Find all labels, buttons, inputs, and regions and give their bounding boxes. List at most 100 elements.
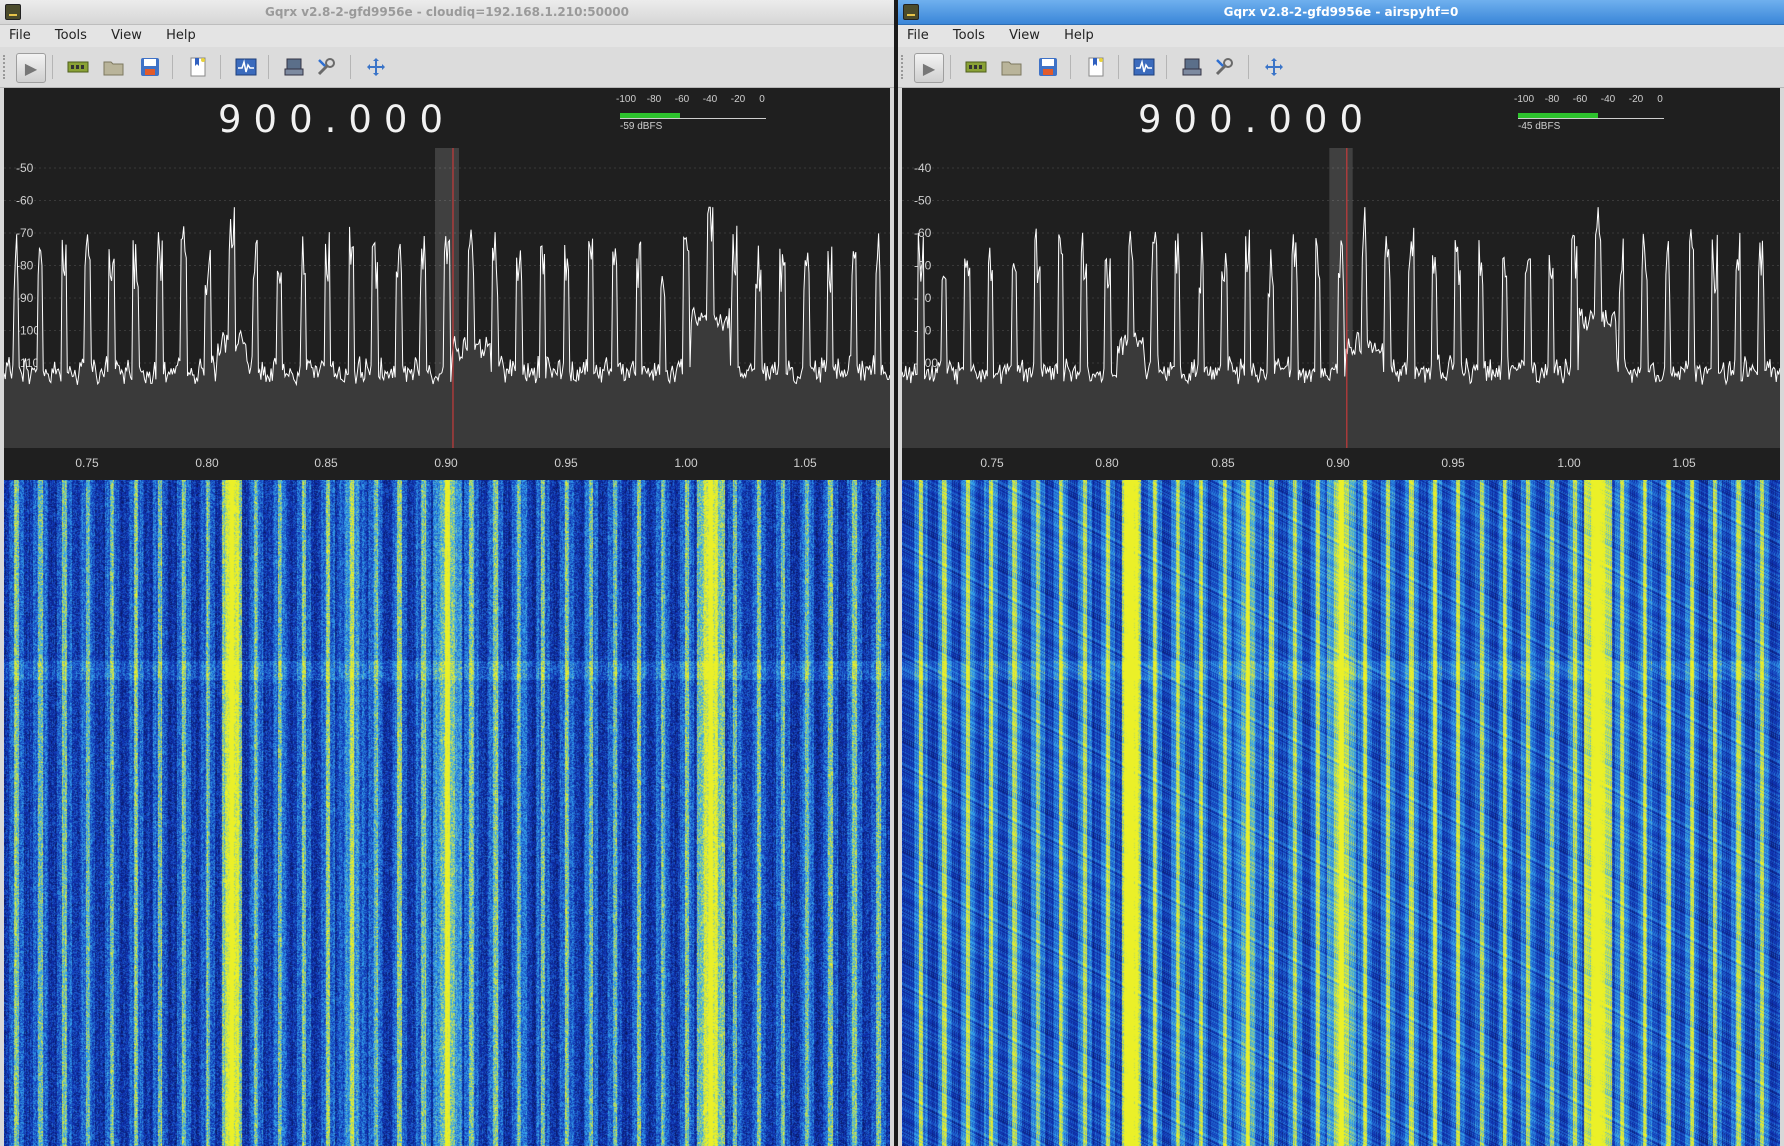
- fullscreen-icon[interactable]: [1260, 53, 1288, 81]
- meter-dbfs-label: -59 dBFS: [620, 121, 663, 132]
- x-tick-label: 0.90: [434, 456, 458, 470]
- toolbar: ▶: [0, 47, 894, 88]
- menubar: File Tools View Help: [898, 25, 1784, 47]
- play-icon[interactable]: ▶: [914, 53, 944, 83]
- window-titlebar[interactable]: Gqrx v2.8-2-gfd9956e - cloudiq=192.168.1…: [0, 0, 894, 25]
- spectrum-graph[interactable]: -50-60-70-80-90-100-110-120-130: [4, 148, 890, 448]
- remote-control-icon[interactable]: [1178, 53, 1206, 81]
- meter-bar: [620, 113, 766, 119]
- menu-file[interactable]: File: [904, 25, 932, 47]
- hardware-icon[interactable]: [64, 53, 92, 81]
- frequency-axis: 0.75 0.80 0.85 0.90 0.95 1.00 1.05: [4, 448, 890, 480]
- toolbar-separator: [1118, 55, 1119, 79]
- play-icon[interactable]: ▶: [16, 53, 46, 83]
- toolbar-separator: [350, 55, 351, 79]
- settings-icon[interactable]: [1210, 53, 1238, 81]
- menu-help[interactable]: Help: [1061, 25, 1097, 47]
- x-tick-label: 0.75: [75, 456, 99, 470]
- app-icon[interactable]: [903, 4, 919, 20]
- spectrum-plot[interactable]: 900.000 -100 -80 -60 -40 -20 0 -59 dBFS …: [4, 88, 890, 480]
- x-tick-label: 0.95: [554, 456, 578, 470]
- window-title: Gqrx v2.8-2-gfd9956e - airspyhf=0: [1223, 5, 1459, 19]
- window-titlebar[interactable]: Gqrx v2.8-2-gfd9956e - airspyhf=0: [898, 0, 1784, 25]
- toolbar-separator: [172, 55, 173, 79]
- signal-meter: -100 -80 -60 -40 -20 0 -45 dBFS: [1514, 94, 1664, 134]
- x-tick-label: 1.00: [674, 456, 698, 470]
- menu-file[interactable]: File: [6, 25, 34, 47]
- meter-tick: -60: [674, 94, 690, 105]
- hardware-icon[interactable]: [962, 53, 990, 81]
- window-title: Gqrx v2.8-2-gfd9956e - cloudiq=192.168.1…: [264, 5, 630, 19]
- meter-tick: -100: [615, 94, 637, 105]
- meter-tick: 0: [759, 94, 765, 105]
- meter-tick: -80: [646, 94, 662, 105]
- frequency-axis: 0.75 0.80 0.85 0.90 0.95 1.00 1.05: [902, 448, 1780, 480]
- toolbar-separator: [950, 55, 951, 79]
- gqrx-window-left: Gqrx v2.8-2-gfd9956e - cloudiq=192.168.1…: [0, 0, 894, 1146]
- remote-control-icon[interactable]: [280, 53, 308, 81]
- settings-icon[interactable]: [312, 53, 340, 81]
- open-file-icon[interactable]: [100, 53, 128, 81]
- x-tick-label: 1.05: [793, 456, 817, 470]
- waterfall-display[interactable]: [4, 480, 890, 1146]
- toolbar-grip[interactable]: [3, 55, 8, 79]
- toolbar-grip[interactable]: [901, 55, 906, 79]
- spectrum-plot[interactable]: 900.000 -100 -80 -60 -40 -20 0 -45 dBFS …: [902, 88, 1780, 480]
- y-tick-label: -70: [16, 226, 34, 240]
- x-tick-label: 1.05: [1672, 456, 1696, 470]
- spectrum-graph[interactable]: -40-50-60-70-80-90-100-110-120: [902, 148, 1780, 448]
- y-tick-label: -80: [16, 259, 34, 273]
- meter-tick: -60: [1572, 94, 1588, 105]
- y-tick-label: -40: [914, 161, 932, 175]
- meter-bar: [1518, 113, 1664, 119]
- x-tick-label: 0.95: [1441, 456, 1465, 470]
- bookmark-icon[interactable]: [1082, 53, 1110, 81]
- fft-icon[interactable]: [232, 53, 260, 81]
- toolbar: ▶: [898, 47, 1784, 88]
- meter-tick: -40: [702, 94, 718, 105]
- meter-tick: -100: [1513, 94, 1535, 105]
- meter-fill: [1518, 113, 1599, 118]
- meter-dbfs-label: -45 dBFS: [1518, 121, 1561, 132]
- app-icon[interactable]: [5, 4, 21, 20]
- x-tick-label: 0.85: [1211, 456, 1235, 470]
- frequency-display[interactable]: 900.000: [1138, 98, 1375, 141]
- meter-fill: [620, 113, 680, 118]
- y-tick-label: -100: [16, 324, 40, 338]
- toolbar-separator: [1248, 55, 1249, 79]
- save-icon[interactable]: [1034, 53, 1062, 81]
- meter-tick: -40: [1600, 94, 1616, 105]
- meter-scale: -100 -80 -60 -40 -20 0: [616, 94, 766, 106]
- open-file-icon[interactable]: [998, 53, 1026, 81]
- y-tick-label: -50: [914, 194, 932, 208]
- fft-icon[interactable]: [1130, 53, 1158, 81]
- bookmark-icon[interactable]: [184, 53, 212, 81]
- y-tick-label: -50: [16, 161, 34, 175]
- menu-tools[interactable]: Tools: [52, 25, 90, 47]
- menu-view[interactable]: View: [1006, 25, 1043, 47]
- toolbar-separator: [1166, 55, 1167, 79]
- x-tick-label: 0.75: [980, 456, 1004, 470]
- gqrx-window-right: Gqrx v2.8-2-gfd9956e - airspyhf=0 File T…: [898, 0, 1784, 1146]
- meter-tick: -20: [730, 94, 746, 105]
- menu-view[interactable]: View: [108, 25, 145, 47]
- x-tick-label: 0.90: [1326, 456, 1350, 470]
- toolbar-separator: [268, 55, 269, 79]
- signal-meter: -100 -80 -60 -40 -20 0 -59 dBFS: [616, 94, 766, 134]
- frequency-display[interactable]: 900.000: [218, 98, 455, 141]
- save-icon[interactable]: [136, 53, 164, 81]
- toolbar-separator: [220, 55, 221, 79]
- menu-tools[interactable]: Tools: [950, 25, 988, 47]
- menubar: File Tools View Help: [0, 25, 894, 47]
- waterfall-display[interactable]: [902, 480, 1780, 1146]
- toolbar-separator: [52, 55, 53, 79]
- fullscreen-icon[interactable]: [362, 53, 390, 81]
- meter-tick: -80: [1544, 94, 1560, 105]
- x-tick-label: 0.80: [195, 456, 219, 470]
- x-tick-label: 0.85: [314, 456, 338, 470]
- meter-tick: 0: [1657, 94, 1663, 105]
- toolbar-separator: [1070, 55, 1071, 79]
- meter-tick: -20: [1628, 94, 1644, 105]
- menu-help[interactable]: Help: [163, 25, 199, 47]
- y-tick-label: -60: [16, 194, 34, 208]
